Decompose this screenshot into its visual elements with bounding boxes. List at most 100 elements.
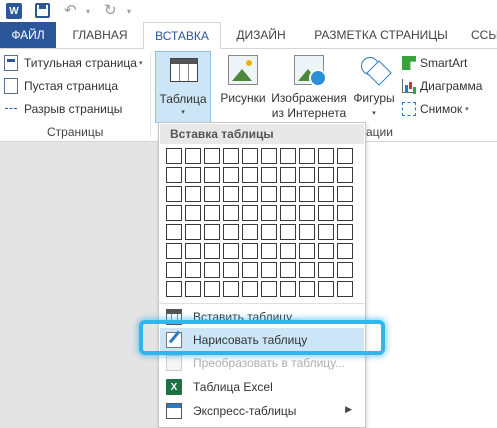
table-grid-cell[interactable]: [261, 281, 277, 297]
table-grid-cell[interactable]: [204, 243, 220, 259]
table-grid-cell[interactable]: [166, 281, 182, 297]
table-grid-cell[interactable]: [166, 205, 182, 221]
excel-table-menu-item[interactable]: X Таблица Excel: [160, 375, 364, 399]
table-grid-cell[interactable]: [318, 243, 334, 259]
table-grid-cell[interactable]: [299, 243, 315, 259]
table-grid-cell[interactable]: [280, 167, 296, 183]
table-grid-cell[interactable]: [337, 205, 353, 221]
table-grid-cell[interactable]: [223, 281, 239, 297]
insert-table-menu-item[interactable]: Вставить таблицу...: [160, 305, 364, 329]
table-grid-cell[interactable]: [223, 148, 239, 164]
table-grid-cell[interactable]: [261, 262, 277, 278]
table-grid-cell[interactable]: [299, 262, 315, 278]
table-grid-cell[interactable]: [337, 243, 353, 259]
table-grid-cell[interactable]: [299, 281, 315, 297]
table-grid-cell[interactable]: [242, 224, 258, 240]
tab-design[interactable]: ДИЗАЙН: [221, 22, 301, 48]
undo-dropdown-icon[interactable]: ▾: [86, 3, 90, 19]
chart-button[interactable]: Диаграмма: [402, 76, 482, 96]
table-grid-cell[interactable]: [185, 281, 201, 297]
table-grid-cell[interactable]: [242, 243, 258, 259]
table-grid-cell[interactable]: [223, 186, 239, 202]
screenshot-button[interactable]: Снимок ▾: [402, 99, 469, 119]
table-grid-cell[interactable]: [299, 205, 315, 221]
table-grid-cell[interactable]: [318, 167, 334, 183]
table-grid-cell[interactable]: [185, 205, 201, 221]
table-grid-cell[interactable]: [166, 167, 182, 183]
table-grid-cell[interactable]: [204, 186, 220, 202]
online-pictures-button[interactable]: Изображения из Интернета: [270, 51, 348, 123]
table-grid-cell[interactable]: [318, 205, 334, 221]
table-grid-cell[interactable]: [185, 186, 201, 202]
quick-tables-menu-item[interactable]: Экспресс-таблицы ▶: [160, 399, 364, 423]
table-grid-cell[interactable]: [318, 281, 334, 297]
table-grid-cell[interactable]: [280, 148, 296, 164]
table-grid-cell[interactable]: [261, 224, 277, 240]
table-grid-cell[interactable]: [280, 262, 296, 278]
table-grid-cell[interactable]: [337, 167, 353, 183]
save-icon[interactable]: [35, 3, 50, 18]
table-grid-cell[interactable]: [280, 224, 296, 240]
redo-icon[interactable]: ↻: [104, 3, 117, 19]
table-grid-cell[interactable]: [166, 262, 182, 278]
table-grid-cell[interactable]: [185, 167, 201, 183]
smartart-button[interactable]: SmartArt: [402, 53, 467, 73]
table-grid-cell[interactable]: [261, 243, 277, 259]
blank-page-button[interactable]: Пустая страница: [4, 76, 118, 96]
table-grid-cell[interactable]: [280, 243, 296, 259]
table-button[interactable]: Таблица ▾: [155, 51, 211, 123]
table-grid-cell[interactable]: [223, 224, 239, 240]
table-grid-cell[interactable]: [242, 167, 258, 183]
table-grid-cell[interactable]: [261, 205, 277, 221]
table-grid-cell[interactable]: [280, 205, 296, 221]
table-grid-cell[interactable]: [280, 281, 296, 297]
table-grid-cell[interactable]: [204, 224, 220, 240]
tab-page-layout[interactable]: РАЗМЕТКА СТРАНИЦЫ: [301, 22, 461, 48]
table-grid-cell[interactable]: [223, 205, 239, 221]
table-grid-cell[interactable]: [299, 224, 315, 240]
table-grid-cell[interactable]: [223, 167, 239, 183]
table-grid-cell[interactable]: [204, 262, 220, 278]
table-grid-cell[interactable]: [166, 224, 182, 240]
table-grid-cell[interactable]: [337, 262, 353, 278]
table-grid-cell[interactable]: [318, 186, 334, 202]
cover-page-button[interactable]: Титульная страница ▾: [4, 53, 143, 73]
table-grid-cell[interactable]: [166, 148, 182, 164]
table-grid-cell[interactable]: [337, 148, 353, 164]
draw-table-menu-item[interactable]: Нарисовать таблицу: [160, 328, 364, 352]
table-grid-cell[interactable]: [299, 167, 315, 183]
table-grid-cell[interactable]: [337, 281, 353, 297]
undo-icon[interactable]: ↶: [64, 3, 77, 19]
table-grid-cell[interactable]: [204, 281, 220, 297]
table-grid-cell[interactable]: [166, 186, 182, 202]
table-grid-cell[interactable]: [204, 167, 220, 183]
shapes-button[interactable]: Фигуры ▾: [350, 51, 398, 123]
tab-references[interactable]: ССЫ: [461, 22, 497, 48]
table-grid-cell[interactable]: [337, 186, 353, 202]
table-grid-cell[interactable]: [318, 224, 334, 240]
table-grid-cell[interactable]: [280, 186, 296, 202]
table-grid-cell[interactable]: [318, 148, 334, 164]
table-grid-cell[interactable]: [242, 186, 258, 202]
table-grid-cell[interactable]: [318, 262, 334, 278]
table-grid-cell[interactable]: [185, 148, 201, 164]
tab-file[interactable]: ФАЙЛ: [0, 22, 56, 48]
tab-insert[interactable]: ВСТАВКА: [143, 22, 221, 49]
table-size-grid[interactable]: [166, 148, 356, 297]
table-grid-cell[interactable]: [223, 243, 239, 259]
table-grid-cell[interactable]: [223, 262, 239, 278]
table-grid-cell[interactable]: [299, 186, 315, 202]
table-grid-cell[interactable]: [337, 224, 353, 240]
table-grid-cell[interactable]: [242, 148, 258, 164]
table-grid-cell[interactable]: [261, 167, 277, 183]
table-grid-cell[interactable]: [185, 224, 201, 240]
customize-quick-access-icon[interactable]: ▾: [127, 3, 131, 19]
table-grid-cell[interactable]: [204, 205, 220, 221]
pictures-button[interactable]: Рисунки: [218, 51, 268, 123]
page-break-button[interactable]: Разрыв страницы: [4, 99, 122, 119]
table-grid-cell[interactable]: [299, 148, 315, 164]
table-grid-cell[interactable]: [185, 243, 201, 259]
tab-home[interactable]: ГЛАВНАЯ: [57, 22, 143, 48]
table-grid-cell[interactable]: [204, 148, 220, 164]
table-grid-cell[interactable]: [261, 186, 277, 202]
